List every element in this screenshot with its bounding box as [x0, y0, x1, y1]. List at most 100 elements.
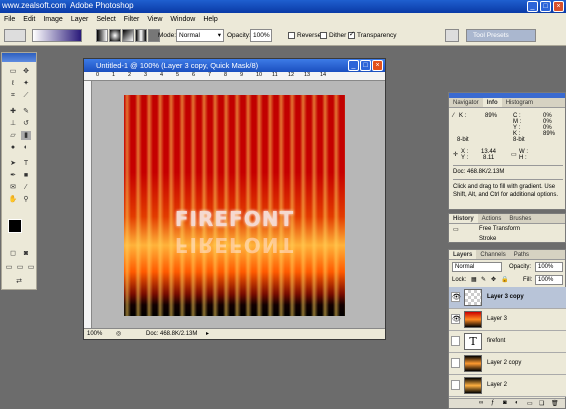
minimize-button[interactable]: _	[527, 1, 538, 12]
tool-preset-picker[interactable]	[4, 29, 26, 42]
link-icon[interactable]: ∞	[479, 400, 483, 406]
new-group-icon[interactable]: ▭	[527, 400, 533, 407]
doc-minimize-button[interactable]: _	[348, 60, 359, 71]
type-tool-icon[interactable]: T	[21, 159, 31, 168]
lock-position-icon[interactable]: ✥	[491, 276, 496, 283]
history-item[interactable]: Stroke	[449, 235, 565, 243]
status-icon[interactable]: ◎	[116, 329, 121, 340]
lock-transparency-icon[interactable]: ▦	[471, 276, 477, 283]
mask-icon[interactable]: ◙	[503, 400, 507, 406]
layer-row[interactable]: Layer 2 copy	[449, 353, 566, 375]
hand-tool-icon[interactable]: ✋	[8, 195, 18, 204]
healing-brush-icon[interactable]: ✚	[8, 107, 18, 116]
notes-tool-icon[interactable]: ✉	[8, 183, 18, 192]
blur-tool-icon[interactable]: ●	[8, 143, 18, 152]
visibility-toggle[interactable]	[451, 336, 460, 346]
transparency-checkbox[interactable]	[348, 30, 355, 39]
angle-gradient-button[interactable]	[122, 29, 134, 42]
menu-view[interactable]: View	[147, 16, 162, 23]
layer-row[interactable]: T firefont	[449, 331, 566, 353]
screen-mode-standard-icon[interactable]: ▭	[4, 263, 14, 272]
dither-checkbox[interactable]	[320, 32, 327, 39]
visibility-toggle[interactable]	[451, 380, 460, 390]
history-brush-icon[interactable]: ↺	[21, 119, 31, 128]
clone-stamp-icon[interactable]: ⊥	[8, 119, 18, 128]
screen-mode-full-icon[interactable]: ▭	[26, 263, 36, 272]
menu-edit[interactable]: Edit	[23, 16, 35, 23]
gradient-tool-icon[interactable]: ▮	[21, 131, 31, 140]
slice-tool-icon[interactable]: ⟋	[21, 91, 31, 100]
move-tool-icon[interactable]: ✥	[21, 67, 31, 76]
tab-paths[interactable]: Paths	[510, 250, 533, 259]
menu-filter[interactable]: Filter	[124, 16, 140, 23]
status-menu-arrow-icon[interactable]: ▸	[206, 329, 209, 340]
doc-close-button[interactable]: ×	[372, 60, 383, 71]
document-titlebar[interactable]: Untitled-1 @ 100% (Layer 3 copy, Quick M…	[84, 59, 385, 72]
jump-to-imageready-icon[interactable]: ⇄	[14, 277, 24, 286]
layer-style-icon[interactable]: ƒ	[491, 400, 494, 406]
standard-mode-icon[interactable]: ◻	[8, 249, 18, 258]
layer-row[interactable]: 👁 Layer 3	[449, 309, 566, 331]
mode-select[interactable]: Normal ▾	[176, 29, 224, 42]
reverse-checkbox[interactable]	[288, 32, 295, 39]
brush-tool-icon[interactable]: ✎	[21, 107, 31, 116]
new-layer-icon[interactable]: ❏	[539, 400, 544, 407]
adjustment-layer-icon[interactable]: ◐	[515, 400, 519, 406]
foreground-color-swatch[interactable]	[8, 219, 22, 233]
layer-row[interactable]: Layer 2	[449, 375, 566, 397]
dodge-tool-icon[interactable]: ◐	[21, 143, 31, 152]
eyedropper-tool-icon[interactable]: ⁄	[21, 183, 31, 192]
gradient-picker[interactable]	[32, 29, 82, 42]
document-canvas[interactable]: FIREFONT FIREFONT	[124, 95, 345, 316]
menu-select[interactable]: Select	[96, 16, 115, 23]
menu-help[interactable]: Help	[203, 16, 217, 23]
marquee-tool-icon[interactable]: ▭	[8, 67, 18, 76]
palette-well-icon[interactable]	[445, 29, 459, 42]
lock-all-icon[interactable]: 🔒	[501, 276, 508, 283]
crop-tool-icon[interactable]: ⌗	[8, 91, 18, 100]
eye-icon[interactable]: 👁	[451, 314, 461, 324]
quick-mask-mode-icon[interactable]: ◙	[21, 249, 31, 258]
opacity-input[interactable]: 100%	[250, 29, 272, 42]
zoom-tool-icon[interactable]: ⚲	[21, 195, 31, 204]
trash-icon[interactable]: 🗑	[551, 400, 559, 407]
zoom-level[interactable]: 100%	[87, 329, 102, 340]
menu-image[interactable]: Image	[43, 16, 62, 23]
menu-window[interactable]: Window	[170, 16, 195, 23]
layer-opacity-input[interactable]: 100%	[535, 262, 563, 272]
fill-input[interactable]: 100%	[535, 275, 563, 285]
tab-layers[interactable]: Layers	[449, 250, 477, 259]
reflected-gradient-button[interactable]	[135, 29, 147, 42]
menu-file[interactable]: File	[4, 16, 15, 23]
layers-footer: ∞ ƒ ◙ ◐ ▭ ❏ 🗑	[449, 398, 565, 408]
tab-info[interactable]: Info	[482, 98, 502, 107]
layer-row[interactable]: 👁 Layer 3 copy	[449, 287, 566, 309]
pen-tool-icon[interactable]: ✒	[8, 171, 18, 180]
layer-thumbnail	[464, 289, 482, 306]
tab-navigator[interactable]: Navigator	[449, 98, 483, 107]
menu-layer[interactable]: Layer	[71, 16, 89, 23]
tab-channels[interactable]: Channels	[476, 250, 509, 259]
magic-wand-icon[interactable]: ✦	[21, 79, 31, 88]
screen-mode-full-menu-icon[interactable]: ▭	[15, 263, 25, 272]
linear-gradient-button[interactable]	[96, 29, 108, 42]
eraser-tool-icon[interactable]: ▱	[8, 131, 18, 140]
maximize-button[interactable]: □	[540, 1, 551, 12]
tab-brushes[interactable]: Brushes	[505, 214, 535, 223]
tab-actions[interactable]: Actions	[478, 214, 506, 223]
tab-history[interactable]: History	[449, 214, 478, 223]
path-selection-icon[interactable]: ➤	[8, 159, 18, 168]
eye-icon[interactable]: 👁	[451, 292, 461, 302]
tool-presets-tab[interactable]: Tool Presets	[466, 29, 536, 42]
close-button[interactable]: ×	[553, 1, 564, 12]
tab-histogram[interactable]: Histogram	[502, 98, 537, 107]
visibility-toggle[interactable]	[451, 358, 460, 368]
radial-gradient-button[interactable]	[109, 29, 121, 42]
doc-maximize-button[interactable]: □	[360, 60, 371, 71]
history-item[interactable]: ▭ Free Transform	[449, 225, 565, 235]
blend-mode-select[interactable]: Normal	[452, 262, 502, 272]
lasso-tool-icon[interactable]: ℓ	[8, 79, 18, 88]
shape-tool-icon[interactable]: ■	[21, 171, 31, 180]
lock-image-icon[interactable]: ✎	[481, 276, 486, 283]
document-window: Untitled-1 @ 100% (Layer 3 copy, Quick M…	[83, 58, 386, 340]
